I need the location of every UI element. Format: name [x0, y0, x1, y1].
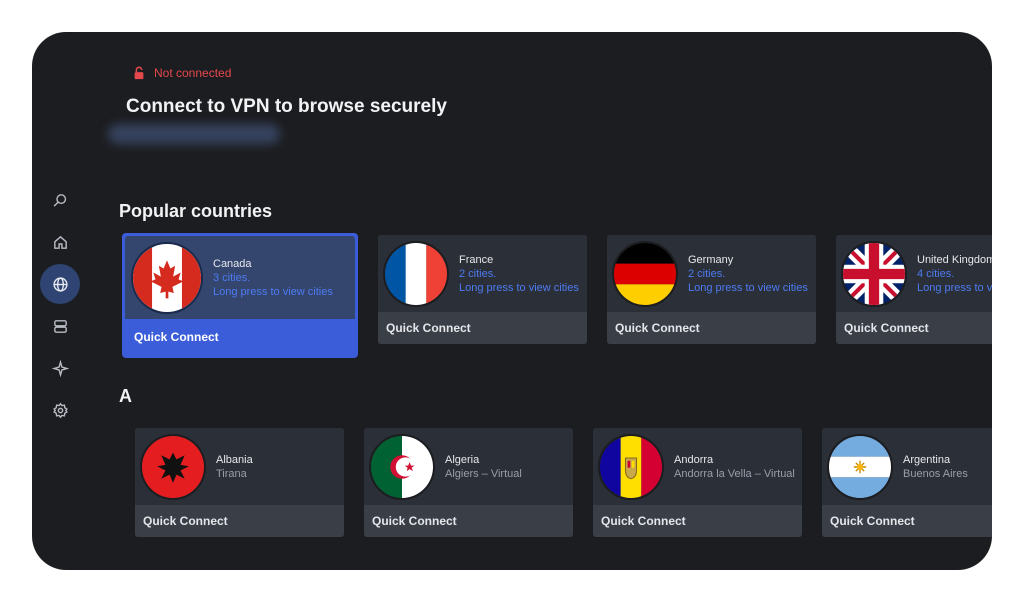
germany-flag-icon [612, 240, 678, 307]
quick-connect-button[interactable]: Quick Connect [822, 505, 992, 537]
sidebar-nav [40, 180, 82, 432]
quick-connect-button[interactable]: Quick Connect [125, 319, 355, 355]
sidebar-item-servers[interactable] [40, 306, 80, 346]
server-location: Buenos Aires [903, 467, 968, 480]
quick-connect-button[interactable]: Quick Connect [378, 312, 587, 344]
long-press-hint: Long press to view cities [917, 281, 992, 294]
country-info: Canada 3 cities. Long press to view citi… [213, 258, 333, 298]
sidebar-item-settings[interactable] [40, 390, 80, 430]
quick-connect-button[interactable]: Quick Connect [364, 505, 573, 537]
search-icon [53, 193, 66, 207]
country-card-canada[interactable]: Canada 3 cities. Long press to view citi… [122, 233, 358, 358]
andorra-flag-icon [598, 433, 664, 500]
card-header: Algeria Algiers – Virtual [364, 428, 573, 505]
long-press-hint: Long press to view cities [213, 285, 333, 298]
country-name: Algeria [445, 453, 480, 466]
country-info: Andorra Andorra la Vella – Virtual [674, 454, 795, 480]
france-flag-icon [383, 240, 449, 307]
sidebar-item-specialty[interactable] [40, 348, 80, 388]
globe-icon [52, 276, 68, 292]
gear-icon [52, 402, 68, 418]
country-info: Argentina Buenos Aires [903, 454, 968, 480]
server-location: Tirana [216, 467, 247, 480]
city-count: 4 cities. [917, 267, 955, 280]
card-header: Argentina Buenos Aires [822, 428, 992, 505]
country-name: Argentina [903, 453, 951, 466]
quick-connect-button[interactable]: Quick Connect [836, 312, 992, 344]
country-name: Andorra [674, 453, 714, 466]
sidebar-item-home[interactable] [40, 222, 80, 262]
card-header: United Kingdom 4 cities. Long press to v… [836, 235, 992, 312]
blurred-ip-address [108, 124, 280, 144]
country-name: Albania [216, 453, 253, 466]
vpn-app-screen: Not connected Connect to VPN to browse s… [32, 32, 992, 570]
country-card-algeria[interactable]: Algeria Algiers – Virtual Quick Connect [364, 428, 573, 537]
country-card-andorra[interactable]: Andorra Andorra la Vella – Virtual Quick… [593, 428, 802, 537]
country-info: France 2 cities. Long press to view citi… [459, 254, 579, 294]
country-info: Algeria Algiers – Virtual [445, 454, 522, 480]
city-count: 2 cities. [688, 267, 726, 280]
server-location: Andorra la Vella – Virtual [674, 467, 795, 480]
country-name: Canada [213, 257, 252, 270]
section-letter-a: A [119, 386, 132, 406]
canada-flag-icon [131, 241, 203, 314]
page-title: Connect to VPN to browse securely [126, 96, 447, 117]
country-info: Albania Tirana [216, 454, 253, 480]
quick-connect-button[interactable]: Quick Connect [135, 505, 344, 537]
status-label: Not connected [154, 66, 232, 80]
country-name: Germany [688, 253, 734, 266]
card-header: Canada 3 cities. Long press to view citi… [125, 236, 355, 319]
country-name: United Kingdom [917, 253, 992, 266]
unlocked-icon [134, 66, 144, 80]
country-info: Germany 2 cities. Long press to view cit… [688, 254, 808, 294]
sidebar-item-countries[interactable] [40, 264, 80, 304]
city-count: 3 cities. [213, 271, 251, 284]
country-info: United Kingdom 4 cities. Long press to v… [917, 254, 992, 294]
country-card-germany[interactable]: Germany 2 cities. Long press to view cit… [607, 235, 816, 344]
card-header: Germany 2 cities. Long press to view cit… [607, 235, 816, 312]
united-kingdom-flag-icon [841, 240, 907, 307]
card-header: Andorra Andorra la Vella – Virtual [593, 428, 802, 505]
country-card-albania[interactable]: Albania Tirana Quick Connect [135, 428, 344, 537]
card-header: Albania Tirana [135, 428, 344, 505]
algeria-flag-icon [369, 433, 435, 500]
home-icon [53, 235, 67, 249]
popular-countries-title: Popular countries [119, 201, 273, 221]
countries-a-row: Albania Tirana Quick Connect Algeria Alg… [135, 428, 992, 537]
popular-countries-row: Canada 3 cities. Long press to view citi… [122, 233, 992, 358]
country-card-france[interactable]: France 2 cities. Long press to view citi… [378, 235, 587, 344]
country-card-united-kingdom[interactable]: United Kingdom 4 cities. Long press to v… [836, 235, 992, 344]
city-count: 2 cities. [459, 267, 497, 280]
quick-connect-button[interactable]: Quick Connect [607, 312, 816, 344]
quick-connect-button[interactable]: Quick Connect [593, 505, 802, 537]
country-card-argentina[interactable]: Argentina Buenos Aires Quick Connect [822, 428, 992, 537]
star-icon [51, 359, 69, 377]
country-name: France [459, 253, 494, 266]
long-press-hint: Long press to view cities [459, 281, 579, 294]
card-header: France 2 cities. Long press to view citi… [378, 235, 587, 312]
argentina-flag-icon [827, 433, 893, 500]
servers-icon [53, 319, 67, 333]
connection-status: Not connected [132, 66, 231, 80]
long-press-hint: Long press to view cities [688, 281, 808, 294]
albania-flag-icon [140, 433, 206, 500]
server-location: Algiers – Virtual [445, 467, 522, 480]
sidebar-item-search[interactable] [40, 180, 80, 220]
